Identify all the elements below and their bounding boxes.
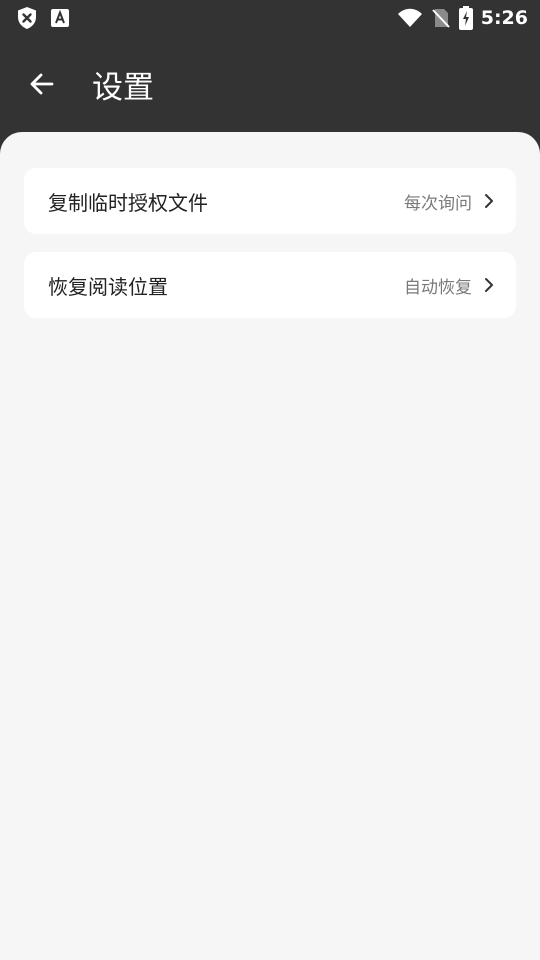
back-button[interactable] [24, 66, 60, 102]
page-title: 设置 [92, 69, 154, 106]
setting-label: 复制临时授权文件 [48, 190, 208, 215]
setting-label: 恢复阅读位置 [48, 274, 168, 299]
status-right: 5:26 [389, 6, 528, 30]
status-left [16, 6, 82, 30]
wifi-icon [397, 8, 423, 28]
setting-right: 自动恢复 [404, 273, 496, 298]
app-bar: 设置 [0, 36, 540, 132]
settings-content: 复制临时授权文件 每次询问 恢复阅读位置 自动恢复 [0, 132, 540, 960]
status-time: 5:26 [480, 7, 528, 29]
battery-charging-icon [458, 6, 473, 30]
font-a-icon [50, 8, 70, 28]
setting-right: 每次询问 [404, 189, 496, 214]
chevron-right-icon [482, 192, 496, 210]
setting-value: 自动恢复 [404, 277, 472, 298]
status-bar: 5:26 [0, 0, 540, 36]
setting-restore-reading-position[interactable]: 恢复阅读位置 自动恢复 [24, 252, 516, 318]
arrow-left-icon [30, 73, 54, 95]
shield-x-icon [16, 6, 38, 30]
setting-value: 每次询问 [404, 193, 472, 214]
setting-copy-temp-license[interactable]: 复制临时授权文件 每次询问 [24, 168, 516, 234]
no-sim-icon [431, 7, 451, 29]
chevron-right-icon [482, 276, 496, 294]
